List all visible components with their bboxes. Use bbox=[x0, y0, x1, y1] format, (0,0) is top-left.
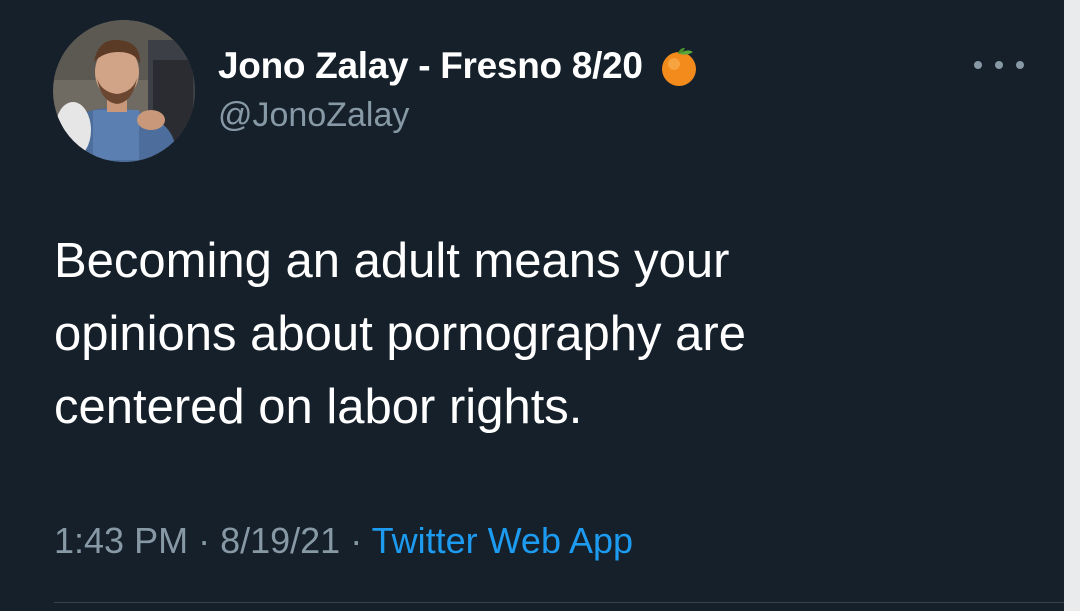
divider bbox=[54, 602, 1064, 603]
tweet-date[interactable]: 8/19/21 bbox=[220, 520, 340, 561]
tweet-card: Jono Zalay - Fresno 8/20 @JonoZalay Beco… bbox=[0, 0, 1064, 611]
avatar[interactable] bbox=[53, 20, 195, 162]
tweet-time[interactable]: 1:43 PM bbox=[54, 520, 188, 561]
author-handle[interactable]: @JonoZalay bbox=[218, 96, 409, 135]
window-edge bbox=[1064, 0, 1080, 611]
meta-separator: · bbox=[198, 520, 221, 561]
tweet-text: Becoming an adult means your opinions ab… bbox=[54, 225, 1014, 444]
more-dot bbox=[995, 61, 1003, 69]
more-dot bbox=[974, 61, 982, 69]
tweet-text-line: centered on labor rights. bbox=[54, 380, 583, 434]
avatar-photo-icon bbox=[53, 20, 195, 162]
author-name-row: Jono Zalay - Fresno 8/20 bbox=[218, 42, 701, 90]
tweet-source-link[interactable]: Twitter Web App bbox=[372, 520, 633, 561]
tweet-meta: 1:43 PM · 8/19/21 · Twitter Web App bbox=[54, 520, 633, 562]
orange-emoji-icon bbox=[657, 44, 701, 88]
meta-separator: · bbox=[350, 520, 372, 561]
tweet-text-line: opinions about pornography are bbox=[54, 307, 746, 361]
more-dot bbox=[1016, 61, 1024, 69]
more-horizontal-icon[interactable] bbox=[974, 50, 1024, 80]
tweet-text-line: Becoming an adult means your bbox=[54, 234, 730, 288]
display-name[interactable]: Jono Zalay - Fresno 8/20 bbox=[218, 45, 643, 87]
